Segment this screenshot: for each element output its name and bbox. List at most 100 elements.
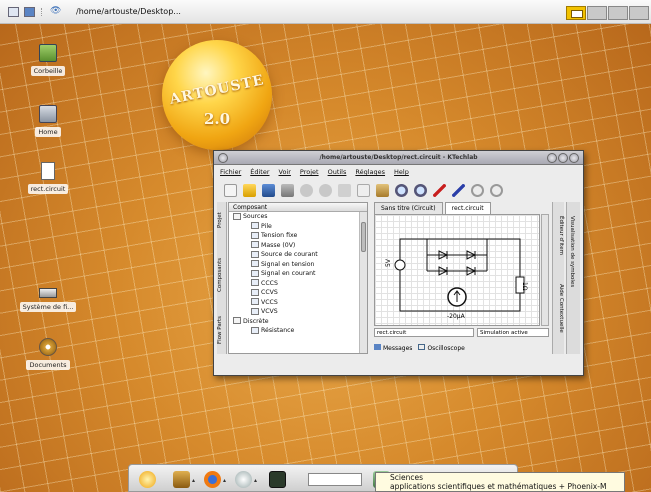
tab-flow-parts[interactable]: Flow Parts	[217, 310, 227, 350]
component-icon	[251, 260, 259, 267]
scroll-thumb[interactable]	[361, 222, 366, 252]
redo-icon[interactable]	[319, 183, 332, 197]
window-list-icon[interactable]	[8, 7, 19, 17]
component-item[interactable]: VCVS	[229, 307, 367, 317]
voltage-source	[394, 259, 406, 271]
component-item[interactable]: Signal en tension	[229, 260, 367, 270]
bridge-wire	[426, 239, 488, 272]
component-item[interactable]: CCCS	[229, 279, 367, 289]
component-item[interactable]: VCCS	[229, 298, 367, 308]
office-icon[interactable]	[173, 471, 190, 488]
documents-desktop-icon[interactable]: Documents	[18, 338, 78, 370]
component-icon	[251, 269, 259, 277]
tab-oscilloscope[interactable]: Oscilloscope	[418, 344, 465, 352]
circuit-canvas[interactable]: 5V 1Ω -20μA	[374, 214, 540, 326]
component-label: Signal en courant	[261, 270, 316, 277]
collapse-icon	[233, 317, 241, 324]
component-item[interactable]: Source de courant	[229, 250, 367, 260]
open-folder-icon[interactable]	[243, 183, 256, 197]
tab-sans-titre-label: Sans titre (Circuit)	[381, 205, 436, 212]
zoom-out-icon[interactable]	[414, 183, 427, 197]
eye-icon[interactable]: 👁	[50, 6, 61, 16]
tab-composants[interactable]: Composants	[217, 246, 227, 304]
dropdown-arrow-icon[interactable]: ▴	[254, 477, 257, 484]
workspace-3[interactable]	[608, 6, 628, 20]
home-label: Home	[35, 127, 61, 137]
messages-icon	[374, 344, 381, 350]
minimize-button[interactable]	[547, 153, 557, 163]
menu-help[interactable]: Help	[394, 168, 409, 178]
tab-messages[interactable]: Messages	[374, 344, 412, 352]
menu-editer[interactable]: Éditer	[250, 168, 269, 178]
component-item[interactable]: Signal en courant	[229, 269, 367, 279]
home-desktop-icon[interactable]: Home	[18, 105, 78, 137]
tab-editeur-item[interactable]: Éditeur d'item	[554, 216, 564, 255]
maximize-button[interactable]	[558, 153, 568, 163]
window-titlebar[interactable]: /home/artouste/Desktop/rect.circuit - KT…	[214, 151, 583, 165]
tab-projet[interactable]: Projet	[217, 202, 227, 238]
logo-text: ARTOUSTE	[168, 72, 266, 108]
component-label: Pile	[261, 222, 272, 230]
component-item[interactable]: Résistance	[229, 326, 367, 336]
cut-icon[interactable]	[338, 183, 351, 197]
component-item[interactable]: Tension fixe	[229, 231, 367, 241]
run-command-input[interactable]	[308, 473, 362, 486]
filesystem-desktop-icon[interactable]: Système de fi...	[9, 282, 87, 312]
menu-outils[interactable]: Outils	[328, 168, 347, 178]
current-path[interactable]: /home/artouste/Desktop...	[76, 7, 181, 16]
component-item[interactable]: Masse (0V)	[229, 241, 367, 251]
menu-voir[interactable]: Voir	[279, 168, 291, 178]
documents-label: Documents	[26, 360, 70, 370]
far-right-dock: Visualisation de symboles	[566, 202, 580, 354]
logo-version: 2.0	[203, 110, 231, 128]
rect-circuit-desktop-icon[interactable]: rect.circuit	[18, 162, 78, 194]
firefox-icon[interactable]	[204, 471, 221, 488]
bottom-tabs: Messages Oscilloscope	[374, 344, 465, 352]
save-icon[interactable]	[262, 183, 275, 197]
paste-icon[interactable]	[376, 183, 389, 197]
component-item[interactable]: Pile	[229, 222, 367, 232]
component-scrollbar[interactable]	[359, 212, 367, 353]
terminal-icon[interactable]	[269, 471, 286, 488]
tab-aide-contextuelle[interactable]: Aide Contextuelle	[554, 284, 564, 333]
undo-icon[interactable]	[300, 183, 313, 197]
start-menu-icon[interactable]	[139, 471, 156, 488]
menu-reglages[interactable]: Réglages	[355, 168, 385, 178]
component-item[interactable]: CCVS	[229, 288, 367, 298]
workspace-4[interactable]	[629, 6, 649, 20]
network-icon[interactable]	[235, 471, 252, 488]
resistor-label: 1Ω	[521, 282, 528, 291]
dropdown-arrow-icon[interactable]: ▴	[223, 477, 226, 484]
oscilloscope-icon	[418, 344, 426, 350]
tab-sans-titre[interactable]: Sans titre (Circuit)	[374, 202, 443, 214]
route-icon[interactable]	[433, 183, 446, 197]
new-file-icon[interactable]	[224, 183, 237, 197]
component-label: Sources	[243, 213, 268, 220]
tab-visualisation-symboles[interactable]: Visualisation de symboles	[569, 216, 575, 287]
rotate-ccw-icon[interactable]	[471, 183, 484, 197]
menu-fichier[interactable]: Fichier	[220, 168, 241, 178]
workspace-1[interactable]	[566, 6, 586, 20]
desktop-icon[interactable]	[24, 7, 35, 17]
component-list: Sources Pile Tension fixe Masse (0V) Source …	[229, 212, 367, 336]
zoom-in-icon[interactable]	[395, 183, 408, 197]
canvas-scrollbar[interactable]	[541, 214, 549, 326]
toolbar	[224, 182, 503, 198]
sciences-tooltip: Sciences applications scientifiques et m…	[375, 472, 625, 492]
manual-route-icon[interactable]	[452, 183, 465, 197]
trash-desktop-icon[interactable]: Corbeille	[18, 44, 78, 76]
close-button[interactable]	[569, 153, 579, 163]
menu-projet[interactable]: Projet	[300, 168, 319, 178]
component-label: Masse (0V)	[261, 241, 296, 249]
print-icon[interactable]	[281, 183, 294, 197]
rotate-cw-icon[interactable]	[490, 183, 503, 197]
component-icon	[251, 298, 259, 305]
dropdown-arrow-icon[interactable]: ▴	[192, 477, 195, 484]
component-group[interactable]: Sources	[229, 212, 367, 222]
component-group[interactable]: Discrète	[229, 317, 367, 327]
left-dock-tabs: Projet Composants Flow Parts	[217, 202, 227, 354]
component-label: Discrète	[243, 317, 269, 325]
copy-icon[interactable]	[357, 183, 370, 197]
tab-rect-circuit[interactable]: rect.circuit	[444, 202, 491, 214]
workspace-2[interactable]	[587, 6, 607, 20]
